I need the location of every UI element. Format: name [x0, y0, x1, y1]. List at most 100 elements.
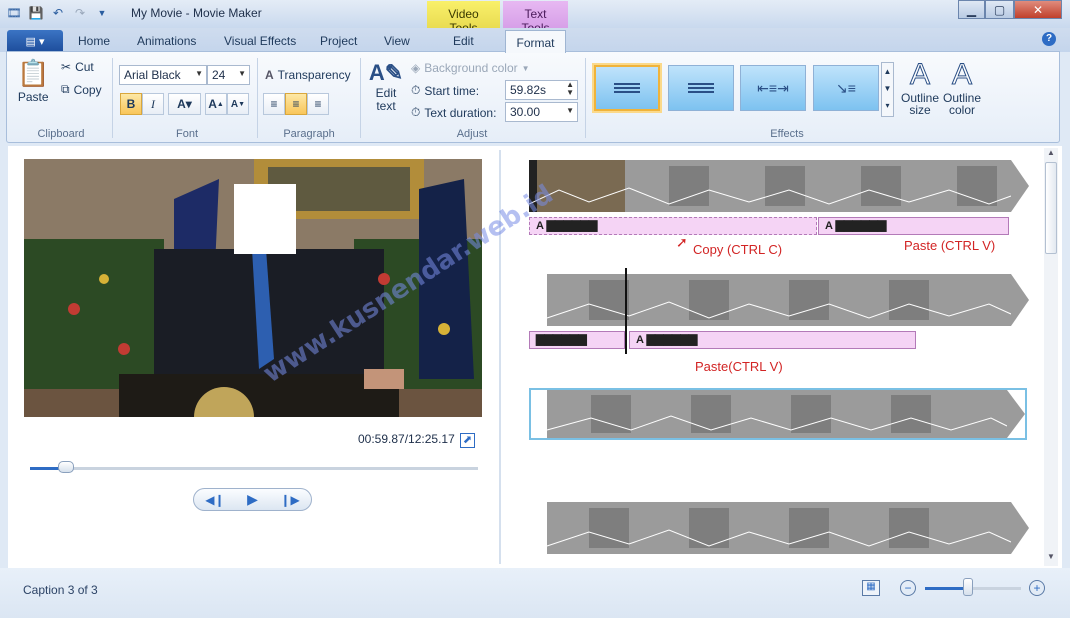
next-frame-icon[interactable]: ❙▶ — [280, 493, 299, 507]
copy-button[interactable]: ⧉ Copy — [61, 82, 102, 97]
context-tab-video-tools: Video Tools — [427, 1, 500, 35]
arrow-icon: ➚ — [676, 234, 688, 250]
split-preview-icon[interactable]: ⬈ — [460, 433, 475, 448]
clip-strip-4[interactable] — [529, 502, 1029, 554]
previous-frame-icon[interactable]: ◀❙ — [205, 493, 224, 507]
playhead[interactable] — [625, 268, 627, 354]
align-right-button[interactable]: ≡ — [307, 93, 329, 115]
seek-track[interactable] — [30, 467, 478, 470]
spinner-icon[interactable]: ▲ ▼ — [566, 81, 574, 97]
tab-edit[interactable]: Edit — [453, 34, 474, 48]
seek-thumb[interactable] — [57, 461, 74, 473]
tab-format[interactable]: Format — [505, 30, 566, 53]
chevron-down-icon: ▼ — [195, 69, 203, 78]
effect-thumbnail-3[interactable]: ⇤≡⇥ — [740, 65, 806, 111]
annotation-paste: Paste (CTRL V) — [904, 238, 996, 253]
paste-button[interactable]: 📋 Paste — [17, 58, 49, 104]
group-label-clipboard: Clipboard — [37, 128, 85, 140]
text-duration-label: ⏱ Text duration: — [411, 105, 497, 120]
maximize-button[interactable]: ▢ — [985, 0, 1014, 19]
start-time-input[interactable]: 59.82s ▲ ▼ — [505, 80, 578, 100]
text-caption-clip[interactable]: A ▇▇▇▇▇▇ — [818, 217, 1009, 235]
group-label-font: Font — [175, 128, 198, 140]
outline-a-icon: A — [909, 58, 930, 92]
zoom-thumb[interactable] — [963, 578, 974, 596]
grow-font-button[interactable]: A ▲ — [205, 93, 227, 115]
clip-strip-3-selected[interactable] — [529, 388, 1027, 440]
zoom-in-icon[interactable]: + — [1029, 580, 1045, 596]
transparency-button[interactable]: A Transparency — [265, 68, 351, 82]
redo-icon[interactable]: ↷ — [72, 5, 88, 21]
font-family-select[interactable]: Arial Black ▼ — [119, 65, 207, 85]
text-caption-clip-selected[interactable]: A ▇▇▇▇▇▇ — [629, 331, 916, 349]
text-caption-clip[interactable]: A ▇▇▇▇▇▇ — [529, 217, 817, 235]
align-left-button[interactable]: ≡ — [263, 93, 285, 115]
separator — [585, 58, 586, 138]
separator — [112, 58, 113, 138]
edit-text-button[interactable]: A✎ Edit text — [369, 60, 403, 113]
scroll-down-icon[interactable]: ▼ — [1047, 552, 1055, 561]
undo-icon[interactable]: ↶ — [50, 5, 66, 21]
annotation-paste-2: Paste(CTRL V) — [695, 359, 783, 374]
bold-button[interactable]: B — [120, 93, 142, 115]
minimize-button[interactable]: ▁ — [958, 0, 985, 19]
effect-thumbnail-4[interactable]: ↘≡ — [813, 65, 879, 111]
separator — [360, 58, 361, 138]
font-color-button[interactable]: A▾ — [168, 93, 201, 115]
timeline-scrollbar[interactable]: ▲ ▼ — [1044, 148, 1058, 566]
start-time-label: ⏱ Start time: — [411, 83, 480, 98]
tab-home[interactable]: Home — [78, 34, 110, 48]
tab-project[interactable]: Project — [320, 34, 357, 48]
font-size-select[interactable]: 24 ▼ — [207, 65, 250, 85]
clip-thumbnails — [529, 160, 1029, 212]
italic-button[interactable]: I — [142, 93, 164, 115]
caption-status: Caption 3 of 3 — [23, 583, 98, 597]
outline-size-button[interactable]: A Outline size — [900, 58, 940, 117]
paste-icon: 📋 — [17, 58, 50, 88]
align-center-button[interactable]: ≡ — [285, 93, 307, 115]
clock-icon: ⏱ — [411, 105, 421, 119]
context-tab-text-tools: Text Tools — [503, 1, 568, 35]
shrink-font-button[interactable]: A ▼ — [227, 93, 249, 115]
group-label-paragraph: Paragraph — [283, 128, 335, 140]
background-color-button[interactable]: ◈ Background color ▼ — [411, 61, 530, 75]
play-icon[interactable]: ▶ — [247, 491, 258, 508]
scroll-up-icon[interactable]: ▲ — [1047, 148, 1055, 157]
thumbnail-size-icon[interactable]: ▦ — [862, 580, 880, 596]
paint-bucket-icon: ◈ — [411, 61, 421, 75]
zoom-out-icon[interactable]: − — [900, 580, 916, 596]
window-title: My Movie - Movie Maker — [131, 6, 262, 20]
clock-icon: ⏱ — [411, 83, 421, 97]
help-icon[interactable]: ? — [1042, 32, 1056, 46]
group-label-effects: Effects — [770, 128, 804, 140]
effects-gallery-scroll[interactable]: ▲ ▼ ▾ — [881, 62, 894, 117]
cut-button[interactable]: ✂ Cut — [61, 60, 94, 74]
application-menu-button[interactable]: ▤ ▾ — [7, 30, 63, 52]
customize-qat-icon[interactable]: ▼ — [94, 5, 110, 21]
tab-visual-effects[interactable]: Visual Effects — [224, 34, 296, 48]
quick-access-toolbar: 🎞 💾 ↶ ↷ ▼ — [6, 5, 110, 21]
tab-view[interactable]: View — [384, 34, 410, 48]
outline-a-icon: A — [951, 58, 972, 92]
ribbon: 📋 Paste ✂ Cut ⧉ Copy Clipboard Arial Black… — [6, 51, 1060, 143]
scroll-thumb[interactable] — [1045, 162, 1057, 254]
effect-thumbnail-1[interactable] — [594, 65, 660, 111]
zoom-level — [925, 587, 969, 590]
close-button[interactable]: ✕ — [1014, 0, 1062, 19]
clip-strip-1[interactable] — [529, 160, 1029, 212]
title-bar: 🎞 💾 ↶ ↷ ▼ My Movie - Movie Maker Video T… — [0, 0, 1070, 35]
chevron-down-icon: ▼ — [566, 106, 574, 115]
playback-controls: ◀❙ ▶ ❙▶ — [193, 488, 312, 511]
outline-color-button[interactable]: A Outline color — [941, 58, 983, 117]
ribbon-tabs: ▤ ▾ Home Animations Visual Effects Proje… — [0, 28, 1070, 53]
playback-time: 00:59.87/12:25.17 — [358, 432, 455, 446]
text-caption-clip[interactable]: ▇▇▇▇▇▇ — [529, 331, 625, 349]
tab-animations[interactable]: Animations — [137, 34, 196, 48]
text-duration-select[interactable]: 30.00 ▼ — [505, 102, 578, 122]
scissors-icon: ✂ — [61, 60, 72, 74]
separator — [257, 58, 258, 138]
save-icon[interactable]: 💾 — [28, 5, 44, 21]
effect-thumbnail-2[interactable] — [668, 65, 734, 111]
clip-strip-2[interactable] — [529, 274, 1029, 326]
arrows-icon: ⇤≡⇥ — [757, 79, 789, 96]
